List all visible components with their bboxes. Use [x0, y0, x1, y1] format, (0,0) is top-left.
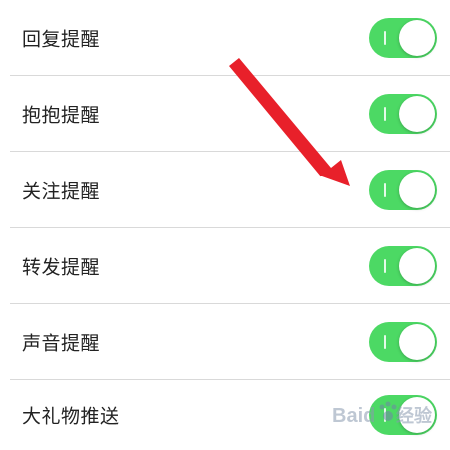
big-gift-toggle[interactable] [369, 395, 437, 435]
toggle-knob[interactable] [399, 248, 435, 284]
settings-row-label: 转发提醒 [22, 256, 101, 279]
toggle-knob[interactable] [399, 324, 435, 360]
sound-toggle[interactable] [369, 322, 437, 362]
settings-row-label: 回复提醒 [22, 28, 101, 51]
toggle-knob[interactable] [399, 20, 435, 56]
follow-toggle[interactable] [369, 170, 437, 210]
reply-toggle[interactable] [369, 18, 437, 58]
hug-toggle[interactable] [369, 94, 437, 134]
toggle-on-indicator [384, 31, 386, 45]
settings-row-label: 大礼物推送 [22, 405, 120, 428]
notification-settings-screen: 回复提醒 抱抱提醒 关注提醒 转发提醒 声音提醒 大礼物推送 Baid 经验 [0, 0, 450, 450]
settings-row-hug[interactable]: 抱抱提醒 [0, 76, 450, 152]
settings-row-big-gift[interactable]: 大礼物推送 [0, 380, 450, 450]
toggle-knob[interactable] [399, 96, 435, 132]
settings-row-sound[interactable]: 声音提醒 [0, 304, 450, 380]
toggle-on-indicator [384, 259, 386, 273]
toggle-on-indicator [384, 408, 386, 422]
settings-row-reply[interactable]: 回复提醒 [0, 0, 450, 76]
toggle-knob[interactable] [399, 397, 435, 433]
settings-row-label: 抱抱提醒 [22, 104, 101, 127]
toggle-on-indicator [384, 183, 386, 197]
toggle-knob[interactable] [399, 172, 435, 208]
repost-toggle[interactable] [369, 246, 437, 286]
toggle-on-indicator [384, 335, 386, 349]
settings-row-label: 声音提醒 [22, 332, 101, 355]
settings-row-label: 关注提醒 [22, 180, 101, 203]
settings-row-repost[interactable]: 转发提醒 [0, 228, 450, 304]
settings-row-follow[interactable]: 关注提醒 [0, 152, 450, 228]
toggle-on-indicator [384, 107, 386, 121]
